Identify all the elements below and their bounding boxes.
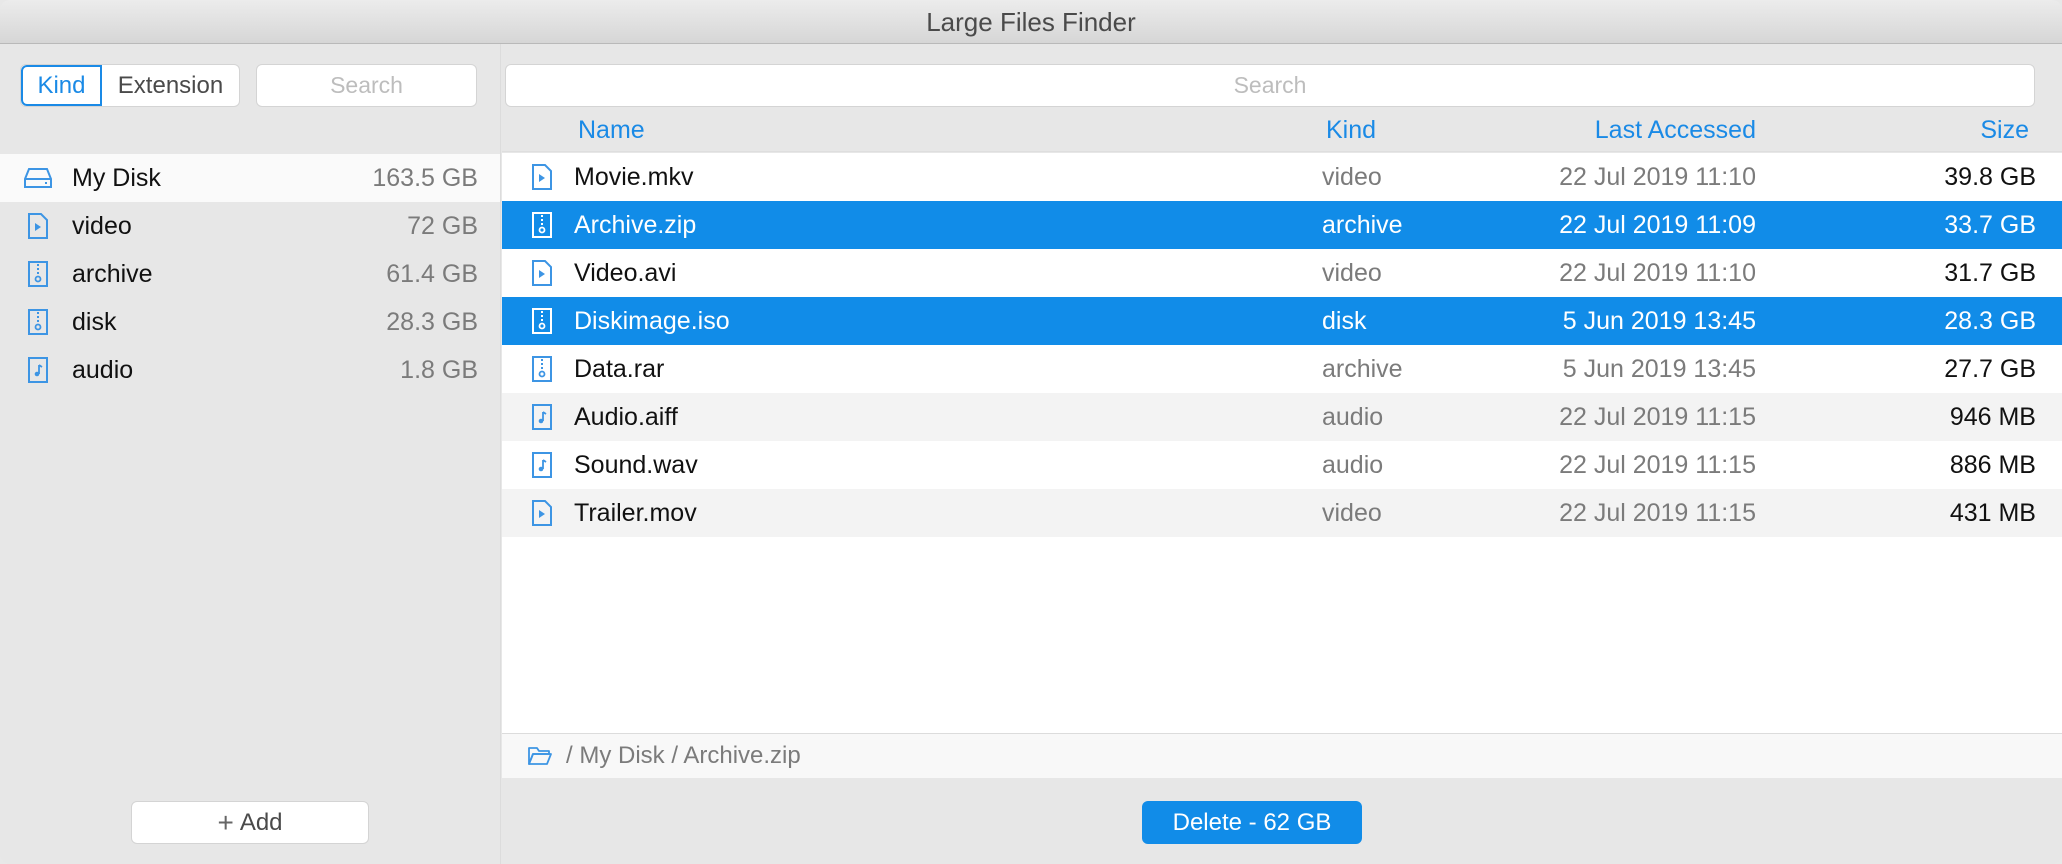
sidebar-item-label: archive	[72, 259, 153, 288]
sidebar-item-label: video	[72, 211, 132, 240]
plus-icon: +	[217, 806, 234, 838]
sidebar-item-video[interactable]: video 72 GB	[0, 202, 500, 250]
file-kind: disk	[1322, 306, 1367, 335]
file-name: Trailer.mov	[574, 498, 697, 527]
table-row[interactable]: Trailer.mov video 22 Jul 2019 11:15 431 …	[502, 489, 2062, 537]
file-kind: video	[1322, 162, 1382, 191]
archive-file-icon	[528, 355, 556, 383]
file-search-input[interactable]	[505, 64, 2035, 107]
file-last-accessed: 22 Jul 2019 11:15	[1559, 402, 1756, 431]
video-file-icon	[528, 259, 556, 287]
sidebar-item-label: My Disk	[72, 163, 161, 192]
column-header-kind[interactable]: Kind	[1326, 116, 1376, 145]
sidebar-search-input[interactable]	[256, 64, 477, 107]
file-last-accessed: 22 Jul 2019 11:15	[1559, 450, 1756, 479]
table-row[interactable]: Data.rar archive 5 Jun 2019 13:45 27.7 G…	[502, 345, 2062, 393]
file-kind: audio	[1322, 402, 1384, 431]
file-size: 39.8 GB	[1944, 162, 2036, 191]
column-header-last-accessed[interactable]: Last Accessed	[1595, 116, 1756, 145]
file-size: 28.3 GB	[1944, 306, 2036, 335]
file-kind: archive	[1322, 354, 1403, 383]
segment-kind[interactable]: Kind	[21, 65, 102, 106]
file-last-accessed: 5 Jun 2019 13:45	[1562, 354, 1756, 383]
drive-icon	[24, 164, 52, 192]
file-kind: video	[1322, 258, 1382, 287]
file-name: Audio.aiff	[574, 402, 678, 431]
column-header-size[interactable]: Size	[1980, 116, 2029, 145]
sidebar-item-size: 72 GB	[407, 211, 478, 240]
sidebar-list: My Disk 163.5 GB video 72 GB archive 61.…	[0, 154, 500, 394]
sidebar-item-label: audio	[72, 355, 134, 384]
add-button-label: Add	[239, 808, 283, 836]
table-row[interactable]: Audio.aiff audio 22 Jul 2019 11:15 946 M…	[502, 393, 2062, 441]
main-panel: Name Kind Last Accessed Size Movie.mkv v…	[502, 44, 2062, 864]
sidebar-item-size: 61.4 GB	[386, 259, 478, 288]
file-name: Video.avi	[574, 258, 677, 287]
sidebar: Kind Extension My Disk 163.5 GB video 72…	[0, 44, 501, 864]
segment-extension[interactable]: Extension	[102, 65, 239, 106]
app-window: Large Files Finder Kind Extension My Dis…	[0, 0, 2062, 864]
file-size: 886 MB	[1949, 450, 2036, 479]
video-file-icon	[528, 163, 556, 191]
file-name: Movie.mkv	[574, 162, 694, 191]
window-title: Large Files Finder	[0, 0, 2062, 44]
file-size: 31.7 GB	[1944, 258, 2036, 287]
video-file-icon	[24, 212, 52, 240]
sidebar-item-archive[interactable]: archive 61.4 GB	[0, 250, 500, 298]
sidebar-item-disk[interactable]: disk 28.3 GB	[0, 298, 500, 346]
file-kind: audio	[1322, 450, 1384, 479]
add-button[interactable]: + Add	[131, 801, 369, 844]
column-header-name[interactable]: Name	[578, 116, 645, 145]
archive-file-icon	[528, 211, 556, 239]
path-breadcrumb: / My Disk / Archive.zip	[502, 733, 2062, 778]
archive-file-icon	[24, 308, 52, 336]
table-header: Name Kind Last Accessed Size	[502, 110, 2062, 152]
file-kind: archive	[1322, 210, 1403, 239]
archive-file-icon	[24, 260, 52, 288]
file-name: Archive.zip	[574, 210, 697, 239]
file-kind: video	[1322, 498, 1382, 527]
folder-icon	[528, 745, 552, 767]
audio-file-icon	[528, 451, 556, 479]
file-name: Data.rar	[574, 354, 665, 383]
file-last-accessed: 22 Jul 2019 11:10	[1559, 258, 1756, 287]
sidebar-item-size: 28.3 GB	[386, 307, 478, 336]
file-size: 431 MB	[1949, 498, 2036, 527]
table-row[interactable]: Movie.mkv video 22 Jul 2019 11:10 39.8 G…	[502, 153, 2062, 201]
sidebar-item-size: 163.5 GB	[372, 163, 478, 192]
breadcrumb-path: / My Disk / Archive.zip	[566, 742, 801, 769]
delete-button[interactable]: Delete - 62 GB	[1142, 801, 1362, 844]
archive-file-icon	[528, 307, 556, 335]
group-by-segmented-control: Kind Extension	[20, 64, 240, 107]
file-last-accessed: 22 Jul 2019 11:09	[1559, 210, 1756, 239]
sidebar-item-audio[interactable]: audio 1.8 GB	[0, 346, 500, 394]
table-row[interactable]: Archive.zip archive 22 Jul 2019 11:09 33…	[502, 201, 2062, 249]
file-size: 27.7 GB	[1944, 354, 2036, 383]
video-file-icon	[528, 499, 556, 527]
sidebar-item-size: 1.8 GB	[400, 355, 478, 384]
file-size: 33.7 GB	[1944, 210, 2036, 239]
table-row[interactable]: Diskimage.iso disk 5 Jun 2019 13:45 28.3…	[502, 297, 2062, 345]
audio-file-icon	[528, 403, 556, 431]
file-last-accessed: 22 Jul 2019 11:15	[1559, 498, 1756, 527]
table-row[interactable]: Sound.wav audio 22 Jul 2019 11:15 886 MB	[502, 441, 2062, 489]
file-name: Diskimage.iso	[574, 306, 730, 335]
file-size: 946 MB	[1949, 402, 2036, 431]
table-row[interactable]: Video.avi video 22 Jul 2019 11:10 31.7 G…	[502, 249, 2062, 297]
file-last-accessed: 22 Jul 2019 11:10	[1559, 162, 1756, 191]
file-name: Sound.wav	[574, 450, 698, 479]
audio-file-icon	[24, 356, 52, 384]
sidebar-item-label: disk	[72, 307, 117, 336]
file-table: Movie.mkv video 22 Jul 2019 11:10 39.8 G…	[502, 153, 2062, 733]
sidebar-item-my-disk[interactable]: My Disk 163.5 GB	[0, 154, 500, 202]
file-last-accessed: 5 Jun 2019 13:45	[1562, 306, 1756, 335]
